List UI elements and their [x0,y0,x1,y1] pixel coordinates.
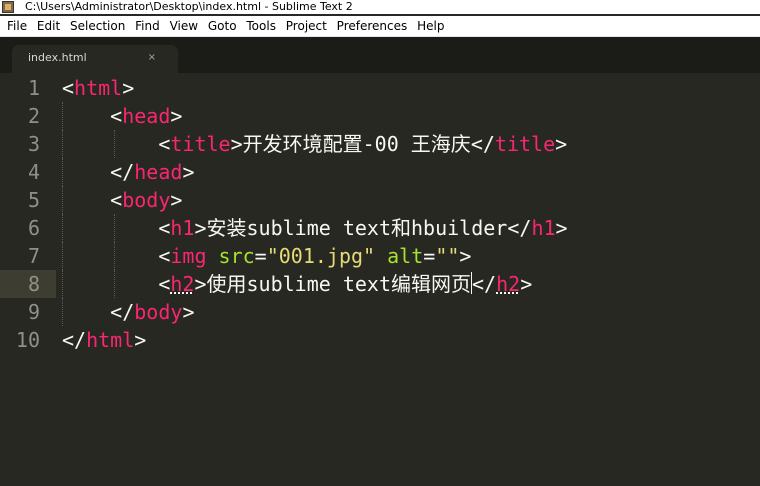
tag-bracket: > [194,272,207,296]
tag-name: h1 [531,216,556,240]
line-number: 10 [15,328,40,352]
attribute-value: "001.jpg" [266,244,376,268]
tag-bracket: < [158,272,171,296]
menu-goto[interactable]: Goto [205,16,240,36]
tag-bracket: > [555,132,568,156]
line-number: 8 [0,270,56,298]
menu-preferences[interactable]: Preferences [334,16,411,36]
tag-bracket: < [158,216,171,240]
code-line: 10 </html> [0,326,760,354]
menu-tools[interactable]: Tools [243,16,279,36]
tag-name: head [134,160,183,184]
code-line: 1 <html> [0,74,760,102]
tag-name: html [86,328,135,352]
tag-bracket: </ [62,328,87,352]
code-editor[interactable]: 1 <html> 2 <head> 3 <title>开发环境配置-00 王海庆… [0,73,760,486]
code-line: 2 <head> [0,102,760,130]
code-text[interactable]: <title>开发环境配置-00 王海庆</title> [62,130,567,158]
title-bar: C:\Users\Administrator\Desktop\index.htm… [0,0,760,14]
tag-bracket: > [459,244,472,268]
tag-bracket: > [182,300,195,324]
code-text[interactable]: <h1>安装sublime text和hbuilder</h1> [62,214,568,242]
tab-label: index.html [28,51,87,64]
tag-bracket: > [194,216,207,240]
tag-name: body [122,188,171,212]
tab-bar: index.html × [0,37,760,73]
tag-name: img [170,244,207,268]
code-line: 6 <h1>安装sublime text和hbuilder</h1> [0,214,760,242]
tag-bracket: </ [472,272,497,296]
equals-sign: = [423,244,436,268]
tag-bracket: < [158,244,171,268]
tag-bracket: > [170,188,183,212]
tag-bracket: </ [470,132,495,156]
tag-bracket: > [555,216,568,240]
text-content: 安装sublime text和hbuilder [206,216,508,240]
menu-project[interactable]: Project [283,16,330,36]
tag-name: h2 [496,272,521,296]
tag-bracket: > [520,272,533,296]
window-title: C:\Users\Administrator\Desktop\index.htm… [25,0,353,13]
menu-help[interactable]: Help [414,16,447,36]
code-text[interactable]: <body> [62,186,182,214]
code-text[interactable]: <head> [62,102,182,130]
attribute-name: src [218,244,255,268]
tab-index-html[interactable]: index.html × [12,45,178,73]
code-line: 9 </body> [0,298,760,326]
menu-find[interactable]: Find [132,16,163,36]
tag-name: title [170,132,231,156]
tag-bracket: > [170,104,183,128]
line-number: 1 [27,76,40,100]
tag-bracket: </ [110,160,135,184]
attribute-value: "" [435,244,460,268]
code-line: 3 <title>开发环境配置-00 王海庆</title> [0,130,760,158]
tag-bracket: </ [507,216,532,240]
tag-bracket: > [230,132,243,156]
code-text[interactable]: <h2>使用sublime text编辑网页</h2> [62,270,532,298]
text-content: 使用sublime text编辑网页 [206,272,472,296]
code-line: 4 </head> [0,158,760,186]
equals-sign: = [254,244,267,268]
menu-file[interactable]: File [4,16,30,36]
tag-bracket: > [122,76,135,100]
code-text[interactable]: <img src="001.jpg" alt=""> [62,242,471,270]
tag-bracket: < [110,188,123,212]
tag-bracket: </ [110,300,135,324]
code-line: 5 <body> [0,186,760,214]
close-icon[interactable]: × [148,45,156,71]
code-line: 7 <img src="001.jpg" alt=""> [0,242,760,270]
tag-bracket: > [134,328,147,352]
tag-name: h1 [170,216,195,240]
line-number: 7 [27,244,40,268]
code-text[interactable]: </head> [62,158,194,186]
line-number: 5 [27,188,40,212]
tag-bracket: > [182,160,195,184]
tag-name: head [122,104,171,128]
text-content: 开发环境配置-00 王海庆 [242,132,471,156]
menu-view[interactable]: View [167,16,201,36]
attribute-name: alt [387,244,424,268]
tag-bracket: < [62,76,75,100]
tag-name: body [134,300,183,324]
line-number: 3 [27,132,40,156]
line-number: 9 [27,300,40,324]
tag-name: title [494,132,556,156]
tag-name: h2 [170,272,195,296]
line-number: 6 [27,216,40,240]
tag-bracket: < [158,132,171,156]
line-number: 2 [27,104,40,128]
menu-bar: File Edit Selection Find View Goto Tools… [0,16,760,37]
menu-selection[interactable]: Selection [67,16,128,36]
tag-name: html [74,76,123,100]
code-text[interactable]: <html> [62,74,134,102]
code-text[interactable]: </body> [62,298,194,326]
code-text[interactable]: </html> [62,326,146,354]
sublime-text-icon [2,1,14,13]
line-number: 4 [27,160,40,184]
tag-bracket: < [110,104,123,128]
menu-edit[interactable]: Edit [34,16,63,36]
code-line-current: 8 <h2>使用sublime text编辑网页</h2> [0,270,760,298]
